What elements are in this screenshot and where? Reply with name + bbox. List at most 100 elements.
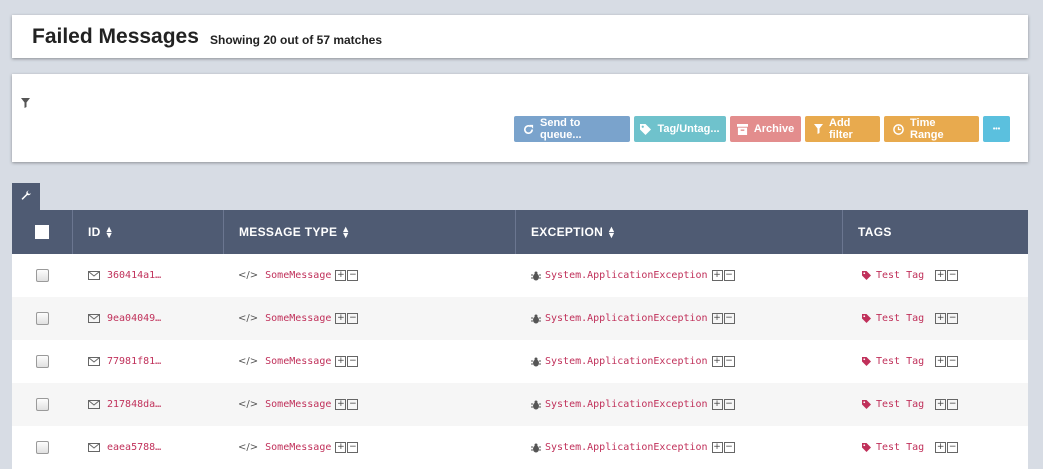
message-type-text: SomeMessage: [265, 356, 332, 367]
plus-icon[interactable]: +: [935, 270, 947, 281]
exception-text: System.ApplicationException: [545, 270, 708, 281]
tags: Test Tag + −: [862, 297, 959, 340]
minus-icon[interactable]: −: [347, 399, 359, 410]
tag-icon: [862, 271, 871, 280]
plus-icon[interactable]: +: [935, 313, 947, 324]
time-range-button[interactable]: Time Range: [884, 116, 979, 142]
message-type-text: SomeMessage: [265, 399, 332, 410]
exception: System.ApplicationException + −: [531, 383, 735, 426]
exception-text: System.ApplicationException: [545, 356, 708, 367]
tags: Test Tag + −: [862, 340, 959, 383]
add-filter-button[interactable]: Add filter: [805, 116, 880, 142]
message-id-text: 217848da…: [107, 399, 162, 410]
message-id[interactable]: 360414a1…: [88, 254, 161, 297]
minus-icon[interactable]: −: [947, 399, 959, 410]
archive-button[interactable]: Archive: [730, 116, 801, 142]
table-row[interactable]: 77981f81… </> SomeMessage + − System.Appl…: [12, 340, 1028, 383]
tag-text: Test Tag: [876, 270, 925, 281]
row-checkbox[interactable]: [36, 355, 49, 368]
message-type-text: SomeMessage: [265, 270, 332, 281]
select-all-checkbox[interactable]: [35, 225, 49, 239]
plus-icon[interactable]: +: [335, 399, 347, 410]
plus-icon[interactable]: +: [335, 356, 347, 367]
minus-icon[interactable]: −: [723, 313, 735, 324]
tag-icon: [640, 123, 652, 135]
tag-icon: [862, 400, 871, 409]
message-type-text: SomeMessage: [265, 313, 332, 324]
code-icon: </>: [238, 270, 259, 281]
failed-messages-table: ID ▲ ▼ MESSAGE TYPE ▲ ▼ EXCEPTION ▲ ▼ TAGS …: [12, 210, 1028, 469]
action-buttons: Send to queue... Tag/Untag... Archive Ad…: [514, 116, 1010, 142]
plus-icon[interactable]: +: [711, 399, 723, 410]
sort-icon: ▲ ▼: [607, 224, 617, 240]
minus-icon[interactable]: −: [947, 313, 959, 324]
page-header: Failed Messages Showing 20 out of 57 mat…: [12, 15, 1028, 58]
refresh-icon: [523, 124, 534, 135]
row-checkbox[interactable]: [36, 312, 49, 325]
table-header: ID ▲ ▼ MESSAGE TYPE ▲ ▼ EXCEPTION ▲ ▼ TAGS: [12, 210, 1028, 254]
minus-icon[interactable]: −: [347, 356, 359, 367]
minus-icon[interactable]: −: [947, 356, 959, 367]
bug-icon: [531, 357, 541, 367]
envelope-icon: [88, 271, 100, 280]
select-all-cell: [12, 210, 72, 254]
filter-icon[interactable]: [21, 95, 30, 113]
minus-icon[interactable]: −: [347, 313, 359, 324]
message-id[interactable]: 77981f81…: [88, 340, 161, 383]
tag-text: Test Tag: [876, 356, 925, 367]
code-icon: </>: [238, 356, 259, 367]
minus-icon[interactable]: −: [947, 270, 959, 281]
tag-untag-button[interactable]: Tag/Untag...: [634, 116, 726, 142]
row-checkbox[interactable]: [36, 398, 49, 411]
minus-icon[interactable]: −: [723, 270, 735, 281]
filter-icon: [814, 124, 823, 134]
exception: System.ApplicationException + −: [531, 340, 735, 383]
plus-icon[interactable]: +: [711, 270, 723, 281]
code-icon: </>: [238, 399, 259, 410]
tag-icon: [862, 314, 871, 323]
plus-icon[interactable]: +: [935, 399, 947, 410]
tag-text: Test Tag: [876, 313, 925, 324]
column-settings-button[interactable]: [12, 183, 40, 210]
more-button[interactable]: •••: [983, 116, 1010, 142]
tags: Test Tag + −: [862, 383, 959, 426]
message-id[interactable]: 217848da…: [88, 383, 161, 426]
column-header-id-label: ID: [88, 225, 101, 239]
column-header-id[interactable]: ID ▲ ▼: [72, 210, 223, 254]
message-id-text: 77981f81…: [107, 356, 162, 367]
plus-icon[interactable]: +: [335, 270, 347, 281]
time-range-label: Time Range: [910, 117, 944, 141]
toolbar: Send to queue... Tag/Untag... Archive Ad…: [12, 74, 1028, 162]
column-header-message-type[interactable]: MESSAGE TYPE ▲ ▼: [223, 210, 515, 254]
message-type: </> SomeMessage + −: [238, 383, 359, 426]
sort-icon: ▲ ▼: [341, 224, 351, 240]
column-header-message-type-label: MESSAGE TYPE: [239, 225, 338, 239]
send-to-queue-button[interactable]: Send to queue...: [514, 116, 630, 142]
table-row[interactable]: 9ea04049… </> SomeMessage + − System.Appl…: [12, 297, 1028, 340]
minus-icon[interactable]: −: [723, 356, 735, 367]
more-icon: •••: [992, 125, 1001, 133]
bug-icon: [531, 314, 541, 324]
table-row[interactable]: 360414a1… </> SomeMessage + − System.Appl…: [12, 254, 1028, 297]
plus-icon[interactable]: +: [711, 356, 723, 367]
column-header-exception-label: EXCEPTION: [531, 225, 604, 239]
plus-icon[interactable]: +: [335, 313, 347, 324]
message-id[interactable]: 9ea04049…: [88, 297, 161, 340]
message-id-text: 360414a1…: [107, 270, 162, 281]
minus-icon[interactable]: −: [347, 270, 359, 281]
exception-text: System.ApplicationException: [545, 313, 708, 324]
minus-icon[interactable]: −: [723, 399, 735, 410]
clock-icon: [893, 123, 904, 135]
bug-icon: [531, 400, 541, 410]
archive-label: Archive: [753, 123, 795, 135]
table-row[interactable]: 217848da… </> SomeMessage + − System.Appl…: [12, 383, 1028, 426]
plus-icon[interactable]: +: [711, 313, 723, 324]
row-checkbox[interactable]: [36, 269, 49, 282]
tags: Test Tag + −: [862, 254, 959, 297]
plus-icon[interactable]: +: [935, 356, 947, 367]
match-count: Showing 20 out of 57 matches: [210, 33, 383, 47]
column-header-exception[interactable]: EXCEPTION ▲ ▼: [515, 210, 842, 254]
envelope-icon: [88, 314, 100, 323]
column-header-tags-label: TAGS: [858, 225, 892, 239]
archive-icon: [736, 123, 748, 135]
